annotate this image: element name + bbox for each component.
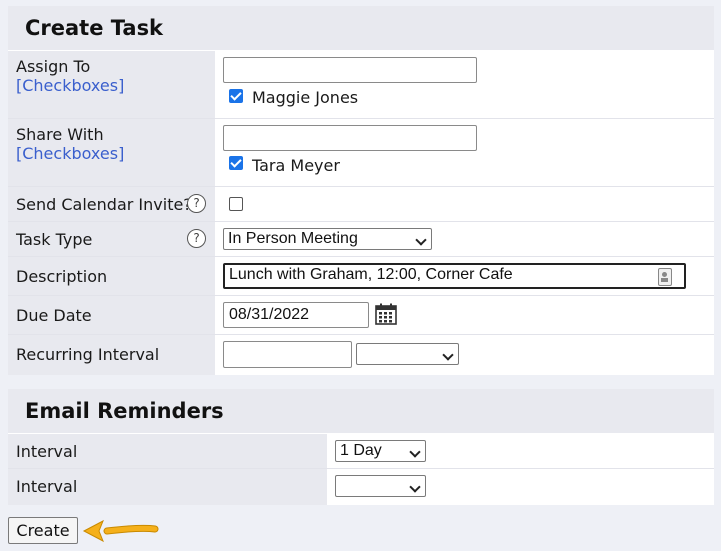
maggie-jones-label: Maggie Jones [252,88,359,107]
interval-label: Interval [16,442,78,461]
reminder-row: Interval 1 Day [8,434,714,469]
tara-meyer-label: Tara Meyer [252,156,340,175]
arrow-pointer-icon [81,518,161,548]
description-value: Lunch with Graham, 12:00, Corner Cafe [229,266,513,283]
chevron-down-icon [409,446,421,458]
assign-to-row: Assign To [Checkboxes] Maggie Jones [8,51,714,119]
email-reminders-panel: Email Reminders Interval 1 Day Interval [8,389,714,505]
send-invite-label: Send Calendar Invite? [16,195,192,214]
maggie-jones-checkbox[interactable] [229,89,243,103]
create-button[interactable]: Create [8,517,78,544]
share-with-input[interactable] [223,125,477,151]
due-date-row: Due Date [8,296,714,335]
chevron-down-icon [415,234,427,246]
tara-meyer-checkbox[interactable] [229,156,243,170]
chevron-down-icon [442,349,454,361]
task-type-label: Task Type [16,230,93,249]
task-type-selected: In Person Meeting [228,230,358,247]
create-task-panel: Create Task Assign To [Checkboxes] Maggi… [8,6,714,375]
recurring-row: Recurring Interval [8,335,714,375]
help-icon[interactable]: ? [187,229,206,248]
reminder-interval-selected: 1 Day [340,442,382,459]
calendar-icon[interactable] [375,303,397,329]
assign-to-input[interactable] [223,57,477,83]
description-label: Description [16,267,108,286]
chevron-down-icon [409,481,421,493]
assign-to-label: Assign To [16,57,91,76]
description-input[interactable]: Lunch with Graham, 12:00, Corner Cafe [223,263,686,289]
task-type-row: Task Type ? In Person Meeting [8,222,714,257]
interval-label: Interval [16,477,78,496]
reminder-interval-select[interactable] [335,475,426,497]
create-task-title: Create Task [8,6,714,51]
share-with-checkboxes-link[interactable]: [Checkboxes] [16,144,215,163]
due-date-input[interactable] [223,302,369,328]
help-icon[interactable]: ? [187,194,206,213]
task-type-select[interactable]: In Person Meeting [223,228,432,250]
reminder-row: Interval [8,469,714,505]
email-reminders-title: Email Reminders [8,389,714,434]
assign-to-checkboxes-link[interactable]: [Checkboxes] [16,76,215,95]
recurring-label: Recurring Interval [16,345,160,364]
recurring-unit-select[interactable] [356,343,459,365]
contact-card-icon[interactable] [658,268,672,286]
share-with-row: Share With [Checkboxes] Tara Meyer [8,119,714,187]
reminder-interval-select[interactable]: 1 Day [335,440,426,462]
description-row: Description Lunch with Graham, 12:00, Co… [8,257,714,296]
due-date-label: Due Date [16,306,92,325]
send-invite-row: Send Calendar Invite? ? [8,187,714,222]
share-with-label: Share With [16,125,104,144]
recurring-input[interactable] [223,341,352,368]
send-invite-checkbox[interactable] [229,197,243,211]
